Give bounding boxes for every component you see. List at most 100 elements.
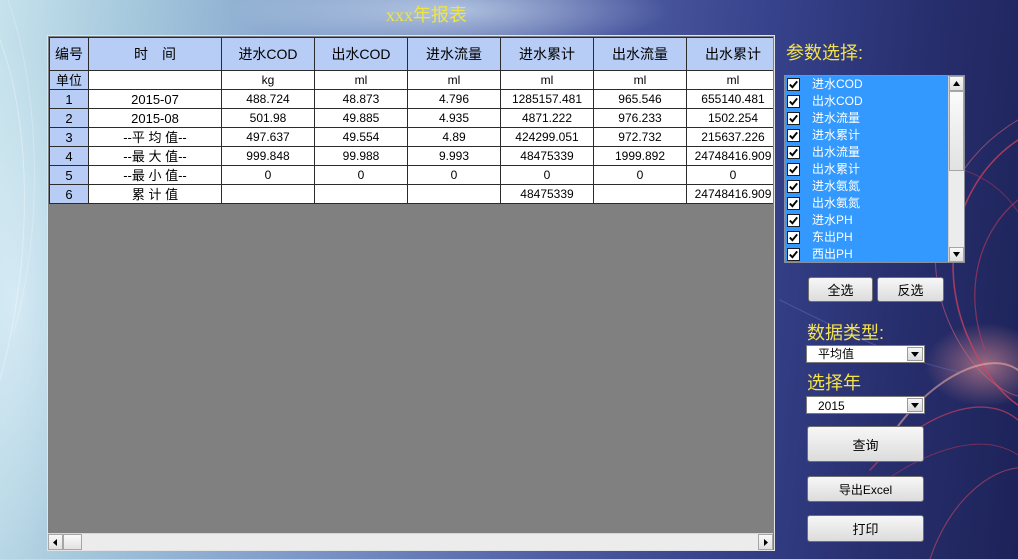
column-header[interactable]: 进水流量 (407, 37, 501, 71)
table-cell[interactable]: 24748416.909 (686, 146, 773, 166)
table-cell[interactable]: 9.993 (407, 146, 501, 166)
column-header[interactable]: 出水COD (314, 37, 408, 71)
table-cell[interactable] (407, 184, 501, 204)
report-grid[interactable]: 编号时 间进水COD 出水COD 进水流量 进水累计 出水流量 出水累计 单位 kg ml ml… (47, 35, 775, 551)
table-cell[interactable]: 1999.892 (593, 146, 687, 166)
scroll-right-button[interactable] (758, 534, 773, 550)
param-list-item[interactable]: 西出PH (785, 246, 948, 262)
param-list-item[interactable]: 进水PH (785, 212, 948, 229)
table-cell[interactable]: 0 (686, 165, 773, 185)
unit-cell[interactable]: ml (686, 70, 773, 90)
data-type-select[interactable]: 平均值 (806, 345, 925, 363)
table-cell[interactable]: 655140.481 (686, 89, 773, 109)
table-cell[interactable]: 976.233 (593, 108, 687, 128)
param-list-item[interactable]: 进水氨氮 (785, 178, 948, 195)
param-checkbox[interactable] (787, 248, 800, 261)
row-number[interactable]: 2 (49, 108, 89, 128)
horizontal-scrollbar[interactable] (48, 533, 773, 550)
param-list-item[interactable]: 进水累计 (785, 127, 948, 144)
unit-cell[interactable]: ml (314, 70, 408, 90)
table-cell[interactable]: 2015-08 (88, 108, 222, 128)
table-cell[interactable]: 972.732 (593, 127, 687, 147)
table-cell[interactable] (593, 184, 687, 204)
table-cell[interactable]: --最 大 值-- (88, 146, 222, 166)
table-cell[interactable]: 49.885 (314, 108, 408, 128)
print-button[interactable]: 打印 (807, 515, 924, 542)
table-row[interactable]: 4 --最 大 值-- 999.848 99.988 9.993 48475339 1999… (49, 146, 773, 166)
table-cell[interactable]: 965.546 (593, 89, 687, 109)
table-cell[interactable]: 424299.051 (500, 127, 594, 147)
column-header[interactable]: 时 间 (88, 37, 222, 71)
table-cell[interactable]: 1285157.481 (500, 89, 594, 109)
param-list-item[interactable]: 东出PH (785, 229, 948, 246)
unit-cell[interactable]: ml (593, 70, 687, 90)
table-cell[interactable]: 501.98 (221, 108, 315, 128)
table-cell[interactable]: 1502.254 (686, 108, 773, 128)
param-list-item[interactable]: 进水COD (785, 76, 948, 93)
row-number[interactable]: 6 (49, 184, 89, 204)
param-checkbox[interactable] (787, 78, 800, 91)
column-header[interactable]: 编号 (49, 37, 89, 71)
table-cell[interactable] (314, 184, 408, 204)
table-cell[interactable]: 0 (593, 165, 687, 185)
param-checkbox[interactable] (787, 197, 800, 210)
table-cell[interactable]: 49.554 (314, 127, 408, 147)
param-checkbox[interactable] (787, 231, 800, 244)
table-cell[interactable] (221, 184, 315, 204)
table-row[interactable]: 1 2015-07 488.724 48.873 4.796 1285157.481 965… (49, 89, 773, 109)
param-list-scrollbar[interactable] (948, 76, 964, 262)
column-header[interactable]: 出水累计 (686, 37, 773, 71)
unit-cell[interactable]: kg (221, 70, 315, 90)
table-cell[interactable]: 24748416.909 (686, 184, 773, 204)
table-cell[interactable]: 4.89 (407, 127, 501, 147)
table-cell[interactable]: 4.796 (407, 89, 501, 109)
table-cell[interactable]: 488.724 (221, 89, 315, 109)
unit-cell[interactable] (88, 70, 222, 90)
row-number[interactable]: 3 (49, 127, 89, 147)
table-cell[interactable]: 48475339 (500, 184, 594, 204)
table-cell[interactable]: 48475339 (500, 146, 594, 166)
column-header[interactable]: 进水累计 (500, 37, 594, 71)
table-cell[interactable]: 999.848 (221, 146, 315, 166)
unit-cell[interactable]: ml (407, 70, 501, 90)
table-cell[interactable]: 2015-07 (88, 89, 222, 109)
scroll-up-button[interactable] (949, 76, 964, 91)
column-header[interactable]: 出水流量 (593, 37, 687, 71)
table-cell[interactable]: --最 小 值-- (88, 165, 222, 185)
table-cell[interactable]: 0 (407, 165, 501, 185)
export-excel-button[interactable]: 导出Excel (807, 476, 924, 502)
data-type-dropdown-button[interactable] (907, 347, 923, 361)
param-listbox[interactable]: 进水COD 出水COD 进水流量 进水累计 出水流量 出水累计 进水氨氮 出水氨氮 进水PH 东出… (784, 75, 965, 263)
row-number[interactable]: 1 (49, 89, 89, 109)
table-row[interactable]: 2 2015-08 501.98 49.885 4.935 4871.222 976.233… (49, 108, 773, 128)
row-number[interactable]: 4 (49, 146, 89, 166)
table-cell[interactable]: 累 计 值 (88, 184, 222, 204)
param-checkbox[interactable] (787, 112, 800, 125)
table-cell[interactable]: 4.935 (407, 108, 501, 128)
table-row[interactable]: 5 --最 小 值-- 0 0 0 0 0 0 (49, 165, 773, 185)
param-checkbox[interactable] (787, 163, 800, 176)
param-checkbox[interactable] (787, 129, 800, 142)
units-row-header[interactable]: 单位 (49, 70, 89, 90)
param-list-item[interactable]: 出水COD (785, 93, 948, 110)
table-cell[interactable]: 0 (314, 165, 408, 185)
param-list-item[interactable]: 出水累计 (785, 161, 948, 178)
table-cell[interactable]: 0 (221, 165, 315, 185)
param-list-item[interactable]: 出水流量 (785, 144, 948, 161)
param-checkbox[interactable] (787, 95, 800, 108)
select-all-button[interactable]: 全选 (808, 277, 873, 302)
param-list-item[interactable]: 出水氨氮 (785, 195, 948, 212)
table-cell[interactable]: 4871.222 (500, 108, 594, 128)
param-checkbox[interactable] (787, 180, 800, 193)
param-list-item[interactable]: 进水流量 (785, 110, 948, 127)
table-cell[interactable]: 0 (500, 165, 594, 185)
year-select[interactable]: 2015 (806, 396, 925, 414)
horizontal-scroll-thumb[interactable] (63, 534, 82, 550)
year-dropdown-button[interactable] (907, 398, 923, 412)
param-list-scroll-thumb[interactable] (949, 91, 964, 171)
row-number[interactable]: 5 (49, 165, 89, 185)
scroll-left-button[interactable] (48, 534, 63, 550)
table-cell[interactable]: 215637.226 (686, 127, 773, 147)
param-checkbox[interactable] (787, 146, 800, 159)
table-row[interactable]: 6累 计 值 48475339 24748416.909 (49, 184, 773, 204)
